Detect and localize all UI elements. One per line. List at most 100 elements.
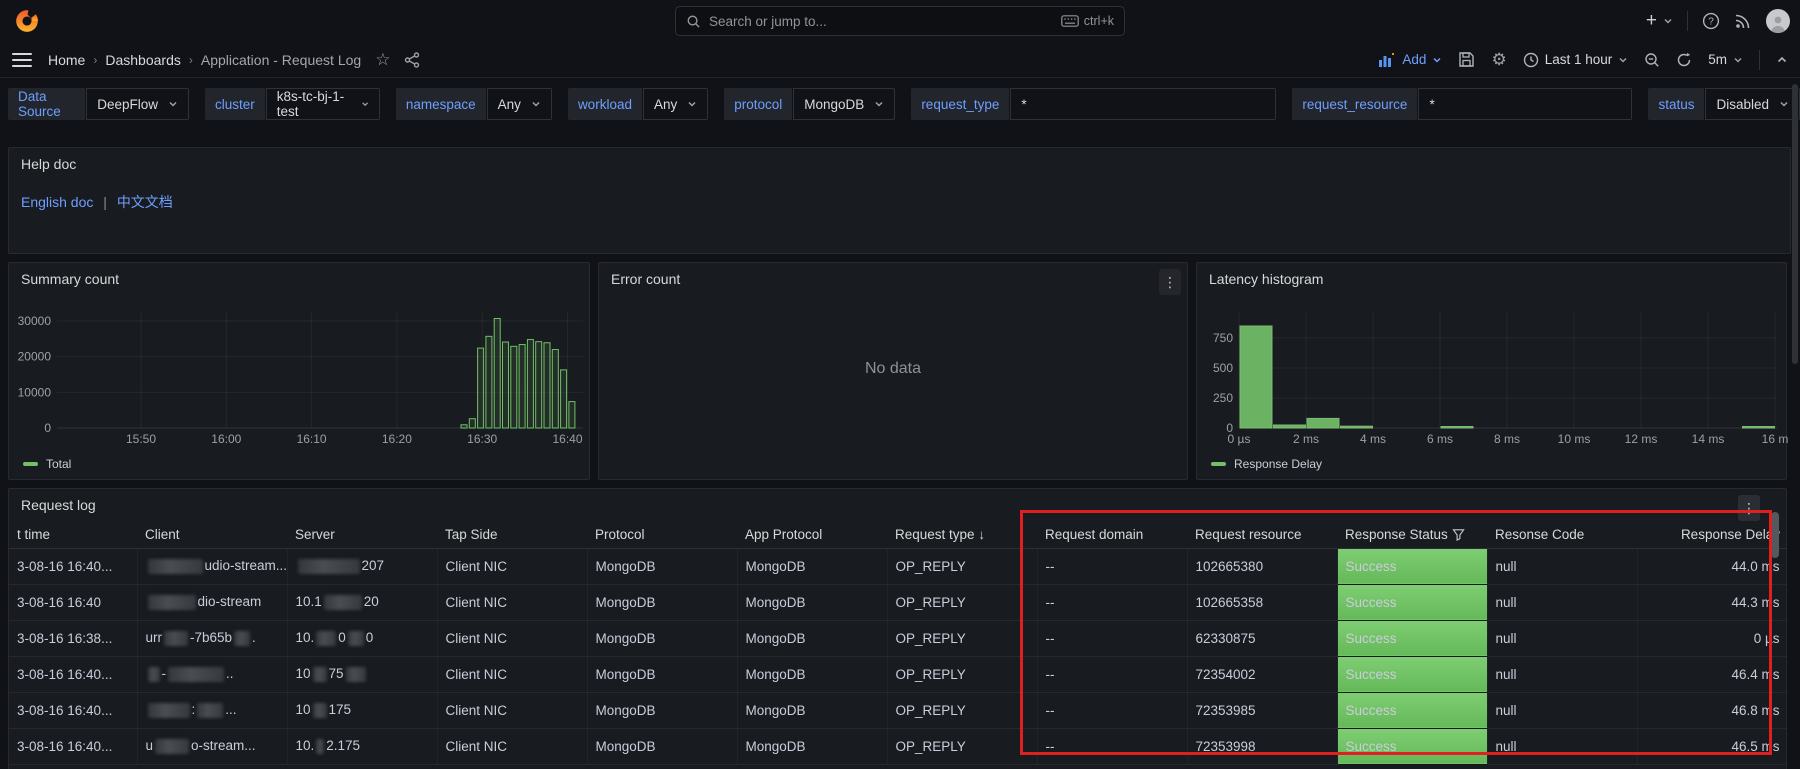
filter-label-status[interactable]: status	[1648, 88, 1704, 120]
column-header-response-status[interactable]: Response Status	[1337, 521, 1487, 548]
column-header-t-time[interactable]: t time	[9, 521, 137, 548]
column-header-protocol[interactable]: Protocol	[587, 521, 737, 548]
filter-label-request_resource[interactable]: request_resource	[1292, 88, 1417, 120]
request-log-title[interactable]: Request log	[9, 489, 108, 521]
column-header-server[interactable]: Server	[287, 521, 437, 548]
filter-select-cluster[interactable]: k8s-tc-bj-1-test	[266, 88, 380, 120]
menu-toggle-icon[interactable]	[12, 53, 32, 67]
cell-response-delay: 46.4 ms	[1637, 656, 1787, 692]
grafana-logo[interactable]	[14, 8, 40, 34]
redacted-text	[298, 559, 360, 574]
dashboard-nav-bar: Home›Dashboards›Application - Request Lo…	[0, 42, 1800, 78]
breadcrumb-item[interactable]: Dashboards	[105, 52, 181, 68]
share-icon[interactable]	[404, 52, 420, 68]
refresh-icon[interactable]	[1676, 52, 1692, 68]
cell-request-domain: --	[1037, 728, 1187, 764]
new-button[interactable]: +	[1646, 10, 1673, 32]
svg-text:500: 500	[1213, 361, 1233, 375]
panel-menu-icon[interactable]: ⋮	[1738, 495, 1760, 521]
zoom-out-icon[interactable]	[1644, 52, 1660, 68]
filter-input-request_type[interactable]: *	[1010, 88, 1276, 120]
error-count-title[interactable]: Error count	[599, 263, 692, 295]
cell-protocol: MongoDB	[587, 692, 737, 728]
filter-select-workload[interactable]: Any	[643, 88, 708, 120]
cell-request-resource: 62330875	[1187, 620, 1337, 656]
cell-response-code: null	[1487, 584, 1637, 620]
svg-text:?: ?	[1708, 17, 1714, 28]
help-doc-title[interactable]: Help doc	[9, 148, 88, 180]
svg-text:30000: 30000	[18, 314, 52, 328]
column-header-resonse-code[interactable]: Resonse Code	[1487, 521, 1637, 548]
add-panel-button[interactable]: Add	[1378, 52, 1442, 68]
cell-tap-side: Client NIC	[437, 548, 587, 584]
search-shortcut: ctrl+k	[1061, 14, 1114, 28]
news-icon[interactable]	[1734, 12, 1752, 30]
filter-label-namespace[interactable]: namespace	[396, 88, 486, 120]
summary-count-panel: Summary count 010000200003000015:5016:00…	[8, 262, 590, 480]
redacted-text	[148, 595, 196, 610]
column-header-request-type[interactable]: Request type ↓	[887, 521, 1037, 548]
svg-text:2 ms: 2 ms	[1293, 432, 1319, 446]
column-header-tap-side[interactable]: Tap Side	[437, 521, 587, 548]
column-header-client[interactable]: Client	[137, 521, 287, 548]
latency-legend[interactable]: Response Delay	[1211, 457, 1322, 471]
svg-text:0: 0	[44, 421, 51, 435]
filter-group: protocolMongoDB	[724, 88, 895, 120]
svg-text:16:20: 16:20	[382, 432, 412, 446]
english-doc-link[interactable]: English doc	[21, 194, 93, 210]
page-scrollbar[interactable]	[1792, 84, 1798, 364]
column-header-request-domain[interactable]: Request domain	[1037, 521, 1187, 548]
column-header-request-resource[interactable]: Request resource	[1187, 521, 1337, 548]
add-panel-icon	[1378, 52, 1396, 68]
filter-select-namespace[interactable]: Any	[487, 88, 552, 120]
filter-label-Data Source[interactable]: Data Source	[8, 88, 85, 120]
column-filter-icon[interactable]	[1452, 528, 1465, 541]
summary-legend[interactable]: Total	[23, 457, 71, 471]
redacted-text	[168, 667, 224, 682]
svg-text:6 ms: 6 ms	[1427, 432, 1453, 446]
status-badge: Success	[1337, 728, 1487, 764]
breadcrumb-item[interactable]: Application - Request Log	[201, 52, 361, 68]
refresh-interval-label: 5m	[1708, 52, 1727, 67]
redacted-text	[313, 667, 327, 682]
error-count-panel: Error count ⋮ No data	[598, 262, 1188, 480]
filter-select-protocol[interactable]: MongoDB	[793, 88, 895, 120]
redacted-text	[313, 703, 327, 718]
refresh-interval-picker[interactable]: 5m	[1708, 52, 1743, 67]
cell-response-code: null	[1487, 548, 1637, 584]
cell-request-type: OP_REPLY	[887, 692, 1037, 728]
table-row: 3-08-16 16:40 dio-stream 10.120 Client N…	[9, 584, 1787, 620]
filter-input-request_resource[interactable]: *	[1418, 88, 1632, 120]
status-badge: Success	[1337, 584, 1487, 620]
cell-server: 1075	[287, 656, 437, 692]
filter-label-workload[interactable]: workload	[568, 88, 642, 120]
user-avatar[interactable]	[1766, 9, 1790, 33]
cell-request-resource: 72353998	[1187, 728, 1337, 764]
breadcrumb-item[interactable]: Home	[48, 52, 85, 68]
search-placeholder: Search or jump to...	[709, 14, 1061, 29]
filter-select-Data Source[interactable]: DeepFlow	[86, 88, 189, 120]
cell-protocol: MongoDB	[587, 548, 737, 584]
time-range-picker[interactable]: Last 1 hour	[1523, 52, 1629, 68]
panel-menu-icon[interactable]: ⋮	[1159, 269, 1181, 295]
filter-label-protocol[interactable]: protocol	[724, 88, 792, 120]
cell-protocol: MongoDB	[587, 728, 737, 764]
help-icon[interactable]: ?	[1702, 12, 1720, 30]
cell-response-delay: 46.5 ms	[1637, 728, 1787, 764]
table-scrollbar[interactable]	[1771, 512, 1779, 558]
search-input[interactable]: Search or jump to... ctrl+k	[675, 6, 1125, 36]
cell-client: urr-7b65b.	[137, 620, 287, 656]
filter-group: request_resource*	[1292, 88, 1632, 120]
column-header-response-delay[interactable]: Response Delay	[1637, 521, 1787, 548]
save-dashboard-icon[interactable]	[1458, 51, 1475, 68]
filter-label-request_type[interactable]: request_type	[911, 88, 1009, 120]
dashboard-settings-icon[interactable]: ⚙	[1491, 50, 1506, 70]
redacted-text	[155, 739, 189, 754]
cell-server: 207	[287, 548, 437, 584]
chinese-doc-link[interactable]: 中文文档	[117, 194, 173, 210]
filter-select-status[interactable]: Disabled	[1705, 88, 1800, 120]
filter-label-cluster[interactable]: cluster	[205, 88, 265, 120]
star-icon[interactable]: ☆	[375, 50, 390, 70]
column-header-app-protocol[interactable]: App Protocol	[737, 521, 887, 548]
collapse-toolbar-icon[interactable]	[1776, 54, 1788, 66]
